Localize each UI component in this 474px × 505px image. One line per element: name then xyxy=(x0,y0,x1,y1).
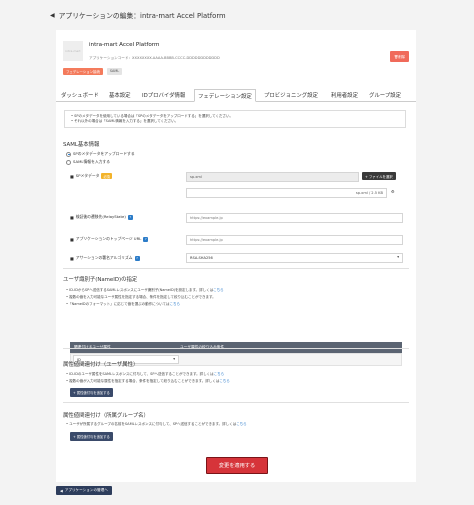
tab-federation-settings[interactable]: フェデレーション設定 xyxy=(194,89,256,102)
app-header: intra-mart intra-mart Accel Platform アプリ… xyxy=(63,41,409,81)
app-thumbnail: intra-mart xyxy=(63,41,83,61)
tab-idp-info[interactable]: IDプロバイダ情報 xyxy=(142,91,185,99)
link-here[interactable]: こちら xyxy=(213,288,224,292)
sig-label: アサーションの署名アルゴリズム xyxy=(75,255,133,260)
link-here[interactable]: こちら xyxy=(169,302,180,306)
top-url-label: アプリケーションのトップページ URL xyxy=(75,236,142,241)
radio-upload-metadata[interactable]: SPのメタデータをアップロードする xyxy=(66,151,135,157)
link-here[interactable]: こちら xyxy=(219,379,230,383)
nameid-title: ユーザ識別子(NameID)の指定 xyxy=(63,277,138,283)
relay-field-label: ■ 検証後の遷移先(RelayState) ? xyxy=(70,214,133,220)
top-url-input[interactable]: https://example.jp xyxy=(186,235,403,245)
tab-bar: ダッシュボード 基本設定 IDプロバイダ情報 フェデレーション設定 プロビジョニ… xyxy=(56,89,416,102)
app-code: アプリケーションコード：XXXXXXXX-AAAA-BBBB-CCCC-DDDD… xyxy=(89,56,220,60)
chevron-down-icon: ▾ xyxy=(397,255,399,259)
back-label: アプリケーションの管理へ xyxy=(64,488,108,492)
tab-user-settings[interactable]: 利用者設定 xyxy=(331,91,358,99)
sig-field-label: ■ アサーションの署名アルゴリズム ? xyxy=(70,255,140,261)
tab-basic-settings[interactable]: 基本設定 xyxy=(109,91,131,99)
saml-badge: SAML xyxy=(106,68,123,75)
metadata-field-label: ■ SPメタデータ 必須 xyxy=(70,173,112,179)
relay-state-input[interactable]: https://example.jp xyxy=(186,213,403,223)
attr-user-line-1: • ID-IDのユーザ属性をSAMLレスポンスに付与して、SPへ送信することがで… xyxy=(66,372,225,376)
link-here[interactable]: こちら xyxy=(214,372,225,376)
signature-algorithm-select[interactable]: RSA-SHA256 ▾ xyxy=(186,253,403,263)
help-icon[interactable]: ? xyxy=(143,236,149,242)
notice-line-2: • それ以外の場合は「SAML情報を入力する」を選択してください。 xyxy=(71,119,179,123)
saml-basic-title: SAML基本情報 xyxy=(63,142,100,148)
attr-user-title: 属性値関連付け（ユーザ属性） xyxy=(63,362,139,368)
radio-button-checked[interactable] xyxy=(66,151,71,157)
notice-box: • SPのメタデータを使用している場合は「SPのメタデータをアップロードする」を… xyxy=(64,110,406,128)
attr-group-title: 属性値関連付け（所属グループ名） xyxy=(63,413,149,419)
top-url-field-label: ■ アプリケーションのトップページ URL ? xyxy=(70,236,149,242)
radio-input-saml[interactable]: SAML情報を入力する xyxy=(66,159,110,165)
divider xyxy=(63,268,409,269)
help-icon[interactable]: ? xyxy=(134,255,140,261)
nameid-line-1: • ID-IDからSPへ送信するSAMLレスポンスにユーザ識別子(NameID)… xyxy=(66,288,224,292)
main-card: intra-mart intra-mart Accel Platform アプリ… xyxy=(56,30,416,482)
divider xyxy=(63,348,409,349)
help-icon[interactable]: ? xyxy=(127,214,133,220)
gear-icon[interactable]: ⚙ xyxy=(391,189,395,194)
metadata-label: SPメタデータ xyxy=(75,173,100,178)
metadata-file-input[interactable]: sp.xml xyxy=(186,172,359,182)
nameid-line-2: • 複数の値を入力可能なユーザ属性を指定する場合、条件を指定して絞り込むことがで… xyxy=(66,295,216,299)
file-select-button[interactable]: + ファイルを選択 xyxy=(362,172,396,180)
page-title: アプリケーションの編集：intra-mart Accel Platform xyxy=(58,12,226,20)
radio-input-label: SAML情報を入力する xyxy=(73,159,111,164)
radio-upload-label: SPのメタデータをアップロードする xyxy=(73,151,135,156)
radio-button-unchecked[interactable] xyxy=(66,159,71,165)
divider xyxy=(63,402,409,403)
required-tag: 必須 xyxy=(101,173,112,179)
apply-changes-button[interactable]: 変更を適用する xyxy=(206,457,268,474)
federation-badge: フェデレーション接続 xyxy=(63,68,103,75)
app-badges: フェデレーション接続 SAML xyxy=(63,68,123,75)
link-here[interactable]: こちら xyxy=(236,422,247,426)
sig-value: RSA-SHA256 xyxy=(190,255,213,260)
attr-user-line-2: • 複数の値が入力可能な属性を指定する場合、条件を指定して絞り込むことができます… xyxy=(66,379,230,383)
page-header: ◀ アプリケーションの編集：intra-mart Accel Platform xyxy=(50,10,226,21)
file-info: sp.xml / 2.5 KB xyxy=(186,188,387,198)
app-name: intra-mart Accel Platform xyxy=(89,42,160,48)
nameid-line-3: •「NameIDのフォーマット」に応じて値を選ぶの動作についてはこちら xyxy=(66,302,180,306)
delete-button[interactable]: 🗑 削除 xyxy=(390,51,409,62)
file-select-label: ファイルを選択 xyxy=(368,174,393,179)
add-attr-user-button[interactable]: + 属性値付与を追加する xyxy=(70,388,113,397)
tab-group-settings[interactable]: グループ設定 xyxy=(369,91,401,99)
back-to-apps-button[interactable]: ◀ アプリケーションの管理へ xyxy=(56,486,112,495)
delete-label: 削除 xyxy=(398,55,406,59)
tab-dashboard[interactable]: ダッシュボード xyxy=(61,91,99,99)
arrow-left-icon: ◀ xyxy=(60,488,63,493)
chevron-down-icon: ▾ xyxy=(173,357,175,361)
attr-group-line-1: • ユーザが所属するグループの名前をSAMLレスポンスに付与して、SPへ送信する… xyxy=(66,422,247,426)
add-attr-group-button[interactable]: + 属性値付与を追加する xyxy=(70,432,113,441)
tab-provisioning-settings[interactable]: プロビジョニング設定 xyxy=(264,91,318,99)
relay-label: 検証後の遷移先(RelayState) xyxy=(75,214,126,219)
back-arrow-icon[interactable]: ◀ xyxy=(50,12,55,19)
